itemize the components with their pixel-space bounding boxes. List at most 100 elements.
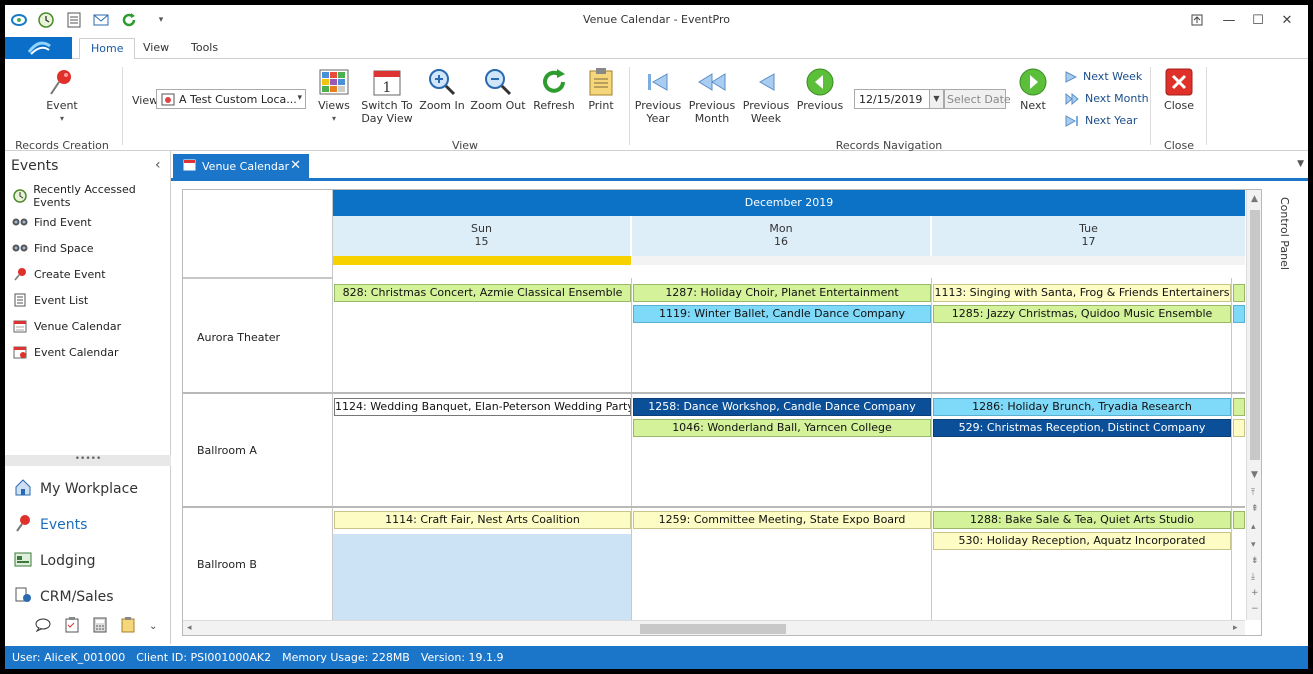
event-529[interactable]: 529: Christmas Reception, Distinct Compa… bbox=[933, 419, 1231, 437]
nav-find-event[interactable]: Find Event bbox=[12, 212, 92, 232]
event-overflow[interactable] bbox=[1233, 398, 1245, 416]
minimize-button[interactable]: — bbox=[1215, 9, 1243, 31]
nav-event-calendar[interactable]: Event Calendar bbox=[12, 342, 118, 362]
vertical-scrollbar[interactable]: ▲ ▼ ⤒ ⇞ ▴ ▾ ⇟ ⤓ + − bbox=[1246, 190, 1261, 620]
view-select[interactable]: A Test Custom Loca... ▾ bbox=[156, 89, 306, 109]
scroll-last-icon[interactable]: ⤓ bbox=[1251, 572, 1255, 582]
views-button[interactable]: Views ▾ bbox=[312, 65, 356, 125]
nav-venue-calendar[interactable]: Venue Calendar bbox=[12, 316, 121, 336]
tab-view[interactable]: View bbox=[132, 38, 180, 60]
tab-tools[interactable]: Tools bbox=[180, 38, 229, 60]
event-1286[interactable]: 1286: Holiday Brunch, Tryadia Research bbox=[933, 398, 1231, 416]
next-month-button[interactable]: Next Month bbox=[1065, 92, 1149, 105]
close-tab-icon[interactable]: ✕ bbox=[290, 158, 301, 173]
horizontal-scrollbar[interactable]: ◂ ▸ bbox=[183, 620, 1245, 635]
day-header-sun[interactable]: Sun 15 bbox=[333, 216, 631, 256]
day-strip bbox=[632, 256, 1245, 265]
event-1288[interactable]: 1288: Bake Sale & Tea, Quiet Arts Studio bbox=[933, 511, 1231, 529]
nav-event-list[interactable]: Event List bbox=[12, 290, 88, 310]
control-panel-tab[interactable]: Control Panel bbox=[1278, 197, 1291, 270]
venue-calendar-grid: December 2019 Sun 15 Mon 16 Tue 17 Auror… bbox=[182, 189, 1262, 636]
event-overflow[interactable] bbox=[1233, 305, 1245, 323]
event-button[interactable]: Event ▾ bbox=[35, 65, 89, 125]
select-date-button[interactable]: Select Date bbox=[944, 89, 1011, 109]
close-button[interactable]: Close bbox=[1157, 65, 1201, 112]
chevron-down-icon[interactable]: ▾ bbox=[297, 93, 302, 103]
event-overflow[interactable] bbox=[1233, 419, 1245, 437]
nav-find-space[interactable]: Find Space bbox=[12, 238, 94, 258]
chevron-down-icon[interactable]: ⌄ bbox=[149, 621, 157, 632]
module-lodging[interactable]: Lodging bbox=[14, 549, 96, 573]
event-530[interactable]: 530: Holiday Reception, Aquatz Incorpora… bbox=[933, 532, 1231, 550]
skip-forward-icon bbox=[1065, 114, 1078, 127]
notes-icon[interactable] bbox=[121, 617, 135, 636]
vertical-scroll-thumb[interactable] bbox=[1250, 210, 1260, 460]
nav-recently-accessed-events[interactable]: Recently Accessed Events bbox=[12, 183, 170, 209]
print-button[interactable]: Print bbox=[583, 65, 619, 112]
refresh-icon bbox=[543, 69, 565, 93]
zoom-plus-icon[interactable]: + bbox=[1251, 588, 1259, 598]
scroll-next-icon[interactable]: ▾ bbox=[1251, 540, 1256, 550]
event-overflow[interactable] bbox=[1233, 284, 1245, 302]
date-dropdown-button[interactable]: ▼ bbox=[929, 89, 944, 109]
scroll-prev-icon[interactable]: ▴ bbox=[1251, 522, 1256, 532]
event-1259[interactable]: 1259: Committee Meeting, State Expo Boar… bbox=[633, 511, 931, 529]
day-header-tue[interactable]: Tue 17 bbox=[932, 216, 1245, 256]
previous-year-button[interactable]: Previous Year bbox=[634, 65, 682, 125]
zoom-in-button[interactable]: Zoom In bbox=[418, 65, 466, 112]
double-back-icon bbox=[698, 73, 726, 91]
status-memory: Memory Usage: 228MB bbox=[282, 651, 410, 664]
scroll-next-page-icon[interactable]: ⇟ bbox=[1251, 556, 1259, 566]
day-header-mon[interactable]: Mon 16 bbox=[632, 216, 931, 256]
tab-list-dropdown[interactable]: ▼ bbox=[1297, 159, 1304, 169]
binoculars-icon bbox=[12, 214, 28, 230]
module-crm-sales[interactable]: CRM/Sales bbox=[14, 585, 114, 609]
resource-aurora-theater[interactable]: Aurora Theater bbox=[183, 278, 333, 394]
scroll-right-icon[interactable]: ▸ bbox=[1233, 623, 1238, 633]
list-icon bbox=[12, 292, 28, 308]
scroll-prev-page-icon[interactable]: ⇞ bbox=[1251, 504, 1259, 514]
module-events[interactable]: Events bbox=[14, 513, 87, 537]
resource-ballroom-b[interactable]: Ballroom B bbox=[183, 508, 333, 628]
maximize-button[interactable]: ☐ bbox=[1244, 9, 1272, 31]
resource-ballroom-a[interactable]: Ballroom A bbox=[183, 394, 333, 508]
previous-month-button[interactable]: Previous Month bbox=[688, 65, 736, 125]
module-my-workplace[interactable]: My Workplace bbox=[14, 477, 138, 501]
tab-home[interactable]: Home bbox=[79, 38, 136, 60]
scroll-left-icon[interactable]: ◂ bbox=[187, 623, 192, 633]
scroll-first-icon[interactable]: ⤒ bbox=[1251, 488, 1255, 498]
zoom-minus-icon[interactable]: − bbox=[1251, 604, 1259, 614]
event-1113[interactable]: 1113: Singing with Santa, Frog & Friends… bbox=[933, 284, 1231, 302]
tab-venue-calendar[interactable]: Venue Calendar ✕ bbox=[173, 154, 309, 178]
zoom-out-button[interactable]: Zoom Out bbox=[470, 65, 526, 112]
event-1046[interactable]: 1046: Wonderland Ball, Yarncen College bbox=[633, 419, 931, 437]
close-window-button[interactable]: ✕ bbox=[1273, 9, 1301, 31]
next-week-button[interactable]: Next Week bbox=[1065, 70, 1142, 83]
event-1114[interactable]: 1114: Craft Fair, Nest Arts Coalition bbox=[334, 511, 631, 529]
event-828[interactable]: 828: Christmas Concert, Azmie Classical … bbox=[334, 284, 631, 302]
chat-icon[interactable] bbox=[35, 618, 51, 635]
event-overflow[interactable] bbox=[1233, 511, 1245, 529]
nav-splitter[interactable]: ••••• bbox=[5, 455, 171, 466]
scroll-down-icon[interactable]: ▼ bbox=[1251, 470, 1258, 480]
horizontal-scroll-thumb[interactable] bbox=[640, 624, 786, 634]
scroll-up-icon[interactable]: ▲ bbox=[1251, 194, 1258, 204]
next-year-button[interactable]: Next Year bbox=[1065, 114, 1137, 127]
previous-button[interactable]: Previous bbox=[796, 65, 844, 112]
event-1258[interactable]: 1258: Dance Workshop, Candle Dance Compa… bbox=[633, 398, 931, 416]
previous-week-button[interactable]: Previous Week bbox=[742, 65, 790, 125]
event-1287[interactable]: 1287: Holiday Choir, Planet Entertainmen… bbox=[633, 284, 931, 302]
switch-to-day-view-button[interactable]: 1 Switch To Day View bbox=[360, 65, 414, 125]
checklist-icon[interactable] bbox=[65, 617, 79, 636]
event-1124[interactable]: 1124: Wedding Banquet, Elan-Peterson Wed… bbox=[334, 398, 631, 416]
collapse-nav-button[interactable]: ‹ bbox=[155, 157, 161, 173]
date-input[interactable]: 12/15/2019 bbox=[854, 89, 930, 109]
next-button[interactable]: Next bbox=[1011, 65, 1055, 112]
event-1119[interactable]: 1119: Winter Ballet, Candle Dance Compan… bbox=[633, 305, 931, 323]
app-menu-button[interactable] bbox=[5, 37, 72, 59]
refresh-button[interactable]: Refresh bbox=[530, 65, 578, 112]
calculator-icon[interactable] bbox=[93, 617, 107, 636]
event-1285[interactable]: 1285: Jazzy Christmas, Quidoo Music Ense… bbox=[933, 305, 1231, 323]
nav-create-event[interactable]: Create Event bbox=[12, 264, 106, 284]
pin-icon[interactable] bbox=[1183, 9, 1211, 31]
